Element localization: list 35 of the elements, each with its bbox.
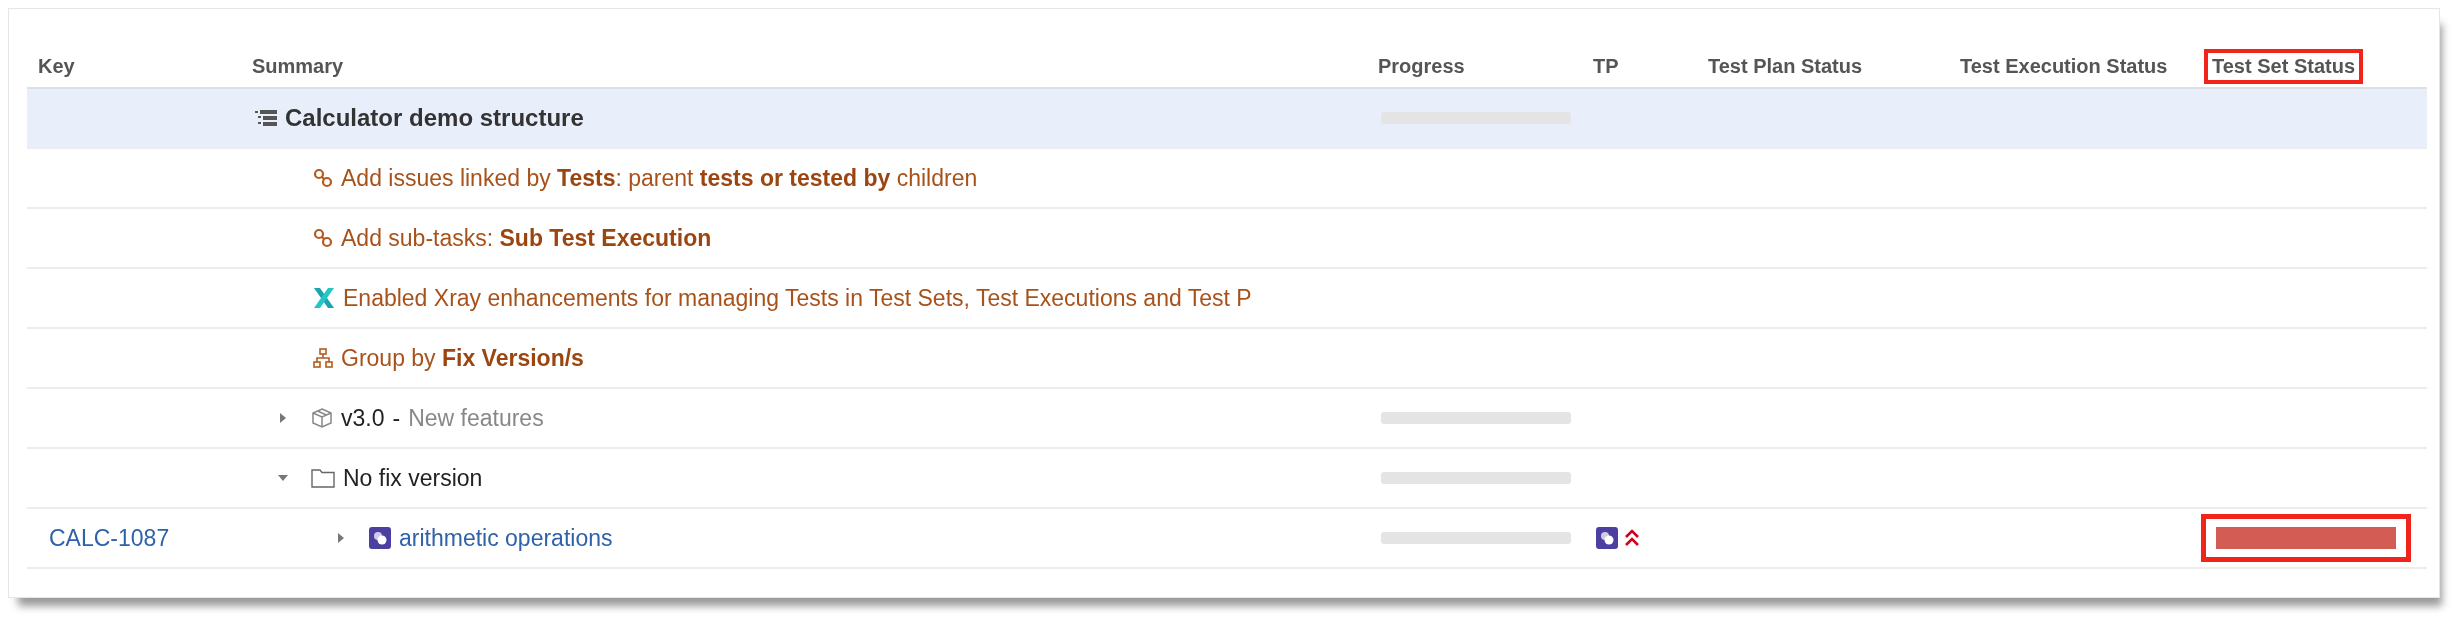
link-icon bbox=[313, 228, 333, 248]
generator-description: Group by Fix Version/s bbox=[341, 344, 584, 372]
table-row[interactable]: Add sub-tasks: Sub Test Execution bbox=[27, 209, 2427, 269]
version-description: New features bbox=[408, 404, 544, 432]
column-header[interactable]: Key bbox=[30, 49, 83, 84]
generator-description: Add sub-tasks: Sub Test Execution bbox=[341, 224, 712, 252]
table-row[interactable]: Add issues linked by Tests: parent tests or tested by children bbox=[27, 149, 2427, 209]
column-header[interactable]: Test Execution Status bbox=[1952, 49, 2176, 84]
test-plan-icon bbox=[369, 527, 391, 549]
table-row[interactable]: Calculator demo structure bbox=[27, 89, 2427, 149]
separator-dash: - bbox=[392, 404, 401, 432]
link-icon bbox=[313, 168, 333, 188]
generator-description: Enabled Xray enhancements for managing Tests in Test Sets, Test Executions and Test P bbox=[343, 284, 1252, 312]
table-row[interactable]: Group by Fix Version/s bbox=[27, 329, 2427, 389]
structure-list-icon bbox=[255, 109, 277, 127]
folder-title: No fix version bbox=[343, 464, 483, 492]
package-icon bbox=[311, 407, 333, 429]
column-header[interactable]: Progress bbox=[1370, 49, 1473, 84]
issue-summary-link[interactable]: arithmetic operations bbox=[399, 524, 613, 552]
test-plan-icon bbox=[1596, 527, 1618, 549]
table-row[interactable]: No fix version bbox=[27, 449, 2427, 509]
x-logo-icon bbox=[313, 287, 335, 309]
folder-icon bbox=[311, 468, 335, 488]
table-row[interactable]: v3.0 - New features bbox=[27, 389, 2427, 449]
column-header[interactable]: Test Set Status bbox=[2204, 49, 2363, 84]
column-header[interactable]: TP bbox=[1585, 49, 1627, 84]
structure-title: Calculator demo structure bbox=[285, 104, 584, 132]
table-row[interactable]: CALC-1087 arithmetic operations bbox=[27, 509, 2427, 569]
table-row[interactable]: Enabled Xray enhancements for managing Tests in Test Sets, Test Executions and Test P bbox=[27, 269, 2427, 329]
column-header[interactable]: Summary bbox=[244, 49, 352, 84]
column-header[interactable]: Test Plan Status bbox=[1700, 49, 1871, 84]
issue-key-link[interactable]: CALC-1087 bbox=[35, 524, 170, 552]
version-name: v3.0 bbox=[341, 404, 385, 432]
generator-description: Add issues linked by Tests: parent tests or tested by children bbox=[341, 164, 978, 192]
hierarchy-icon bbox=[313, 348, 333, 368]
